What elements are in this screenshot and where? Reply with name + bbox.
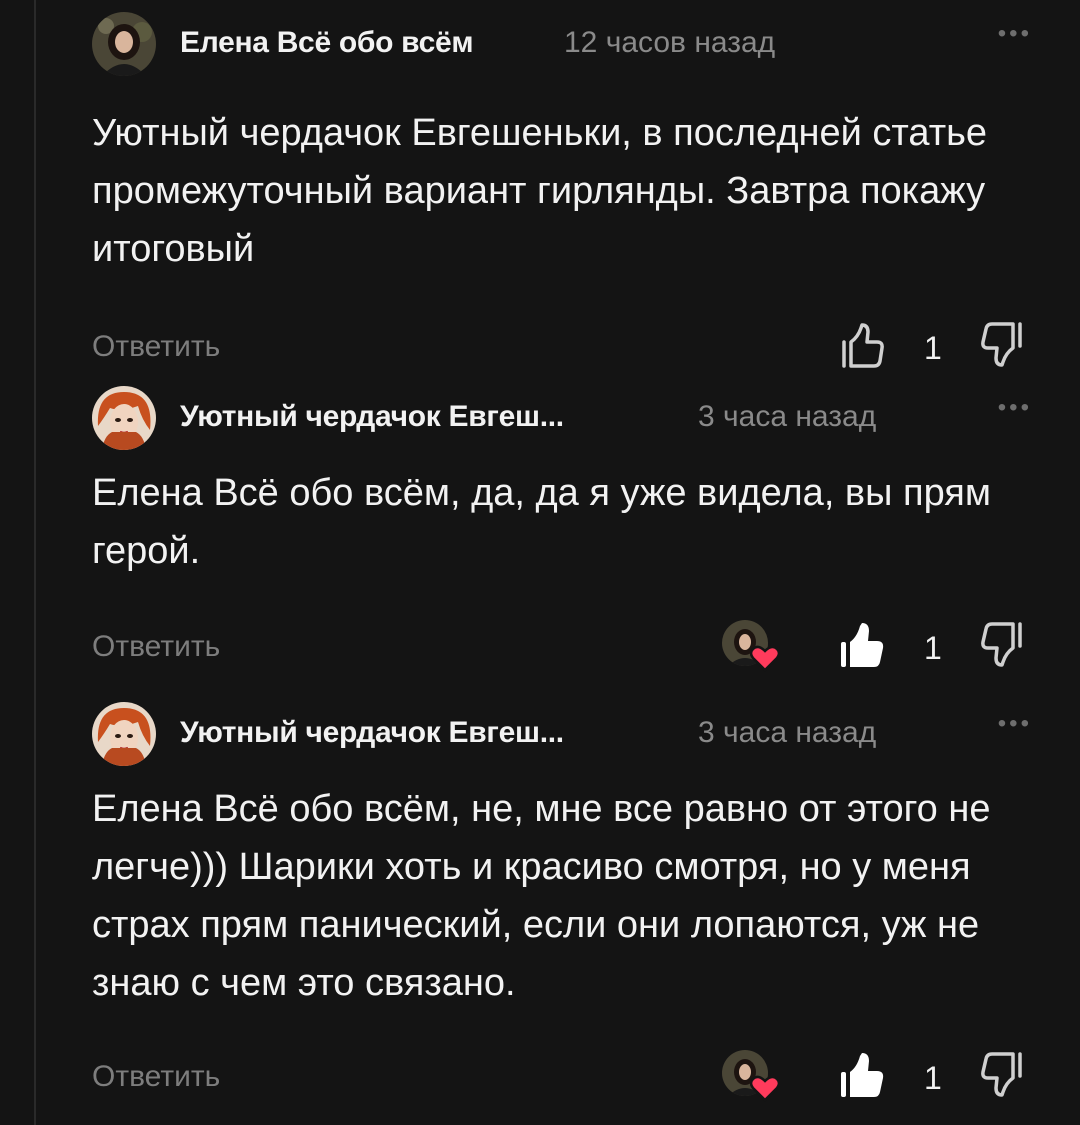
thumbs-down-icon [981, 1052, 1022, 1097]
thumbs-down-icon [981, 622, 1022, 667]
comment-header: Елена Всё обо всём 12 часов назад ••• [92, 12, 1032, 76]
comment-actions: Ответить 1 [92, 620, 1032, 680]
like-count: 1 [924, 330, 942, 366]
heart-icon [750, 645, 780, 672]
avatar[interactable] [92, 12, 156, 76]
comment: Уютный чердачок Евгеш... 3 часа назад ••… [92, 386, 1032, 680]
like-count: 1 [924, 1060, 942, 1096]
reply-button[interactable]: Ответить [92, 330, 220, 364]
like-button[interactable] [840, 320, 884, 370]
author-liked-badge [722, 620, 780, 674]
like-button[interactable] [840, 620, 884, 670]
timestamp: 3 часа назад [698, 716, 877, 749]
timestamp: 12 часов назад [564, 26, 776, 59]
more-dots-icon[interactable]: ••• [998, 22, 1032, 46]
comment-header: Уютный чердачок Евгеш... 3 часа назад ••… [92, 702, 1032, 766]
dislike-button[interactable] [980, 320, 1024, 370]
comment-actions: Ответить 1 [92, 320, 1032, 380]
avatar[interactable] [92, 702, 156, 766]
author-liked-badge [722, 1050, 780, 1104]
author-name[interactable]: Уютный чердачок Евгеш... [180, 716, 564, 750]
heart-icon [750, 1075, 780, 1102]
like-button[interactable] [840, 1050, 884, 1100]
timestamp: 3 часа назад [698, 400, 877, 433]
reply-button[interactable]: Ответить [92, 630, 220, 664]
thumbs-down-icon [981, 322, 1022, 367]
more-dots-icon[interactable]: ••• [998, 712, 1032, 736]
reply-button[interactable]: Ответить [92, 1060, 220, 1094]
comment-header: Уютный чердачок Евгеш... 3 часа назад ••… [92, 386, 1032, 450]
thumbs-up-filled-icon [841, 623, 884, 667]
comment: Елена Всё обо всём 12 часов назад ••• Ую… [92, 12, 1032, 380]
avatar[interactable] [92, 386, 156, 450]
thumbs-up-filled-icon [841, 1053, 884, 1097]
thumbs-up-icon [842, 323, 884, 368]
dislike-button[interactable] [980, 1050, 1024, 1100]
author-name[interactable]: Уютный чердачок Евгеш... [180, 400, 564, 434]
comment-text: Елена Всё обо всём, не, мне все равно от… [92, 788, 991, 1004]
comment: Уютный чердачок Евгеш... 3 часа назад ••… [92, 702, 1032, 1110]
comment-text: Уютный чердачок Евгешеньки, в последней … [92, 112, 988, 270]
dislike-button[interactable] [980, 620, 1024, 670]
comment-actions: Ответить 1 [92, 1050, 1032, 1110]
comment-text: Елена Всё обо всём, да, да я уже видела,… [92, 472, 991, 572]
thread-line [34, 0, 36, 1125]
author-name[interactable]: Елена Всё обо всём [180, 26, 474, 60]
more-dots-icon[interactable]: ••• [998, 396, 1032, 420]
like-count: 1 [924, 630, 942, 666]
